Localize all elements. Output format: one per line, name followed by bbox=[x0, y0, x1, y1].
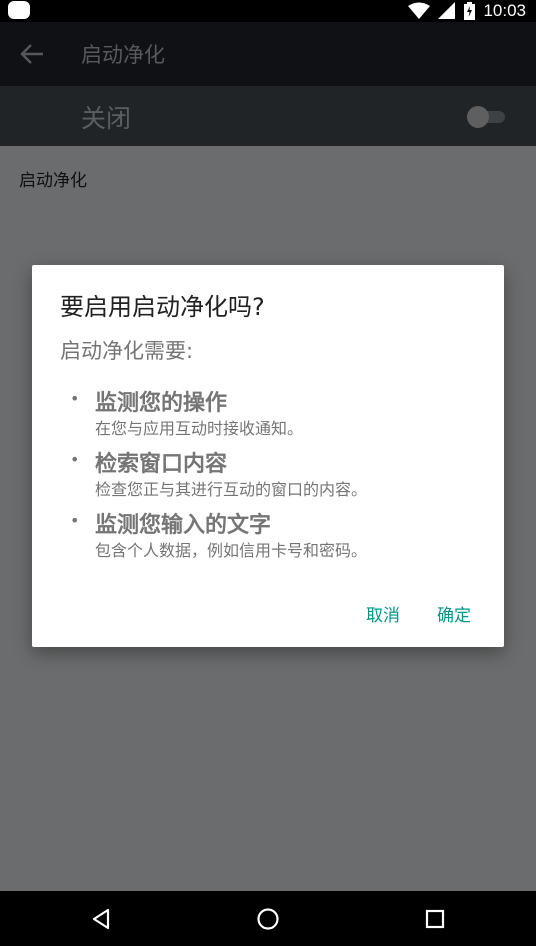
permission-title: 监测您的操作 bbox=[95, 391, 228, 416]
notification-icon bbox=[8, 1, 30, 19]
status-bar: 10:03 bbox=[0, 0, 536, 22]
dialog-subtitle: 启动净化需要: bbox=[60, 339, 194, 363]
bullet: • bbox=[70, 511, 80, 530]
switch-label: 关闭 bbox=[81, 104, 132, 133]
dialog-title: 要启用启动净化吗? bbox=[60, 293, 265, 321]
signal-icon bbox=[438, 2, 456, 19]
cancel-button[interactable]: 取消 bbox=[366, 601, 400, 626]
home-circle-icon[interactable] bbox=[256, 907, 280, 931]
bullet: • bbox=[70, 450, 80, 469]
permission-description: 包含个人数据，例如信用卡号和密码。 bbox=[95, 541, 368, 560]
arrow-back-icon[interactable] bbox=[19, 42, 45, 66]
toggle-thumb bbox=[467, 106, 489, 128]
screen: 10:03 启动净化 关闭 启动净化 要启用启动净化吗? 启动净化需要: • 监… bbox=[0, 0, 536, 946]
bullet: • bbox=[70, 389, 80, 408]
battery-charging-icon bbox=[464, 2, 476, 20]
permission-description: 在您与应用互动时接收通知。 bbox=[95, 419, 304, 438]
permission-dialog: 要启用启动净化吗? 启动净化需要: • 监测您的操作 在您与应用互动时接收通知。… bbox=[32, 265, 504, 647]
app-bar: 启动净化 bbox=[0, 22, 536, 86]
permission-description: 检查您正与其进行互动的窗口的内容。 bbox=[95, 480, 368, 499]
navigation-bar bbox=[0, 891, 536, 946]
status-icons: 10:03 bbox=[408, 0, 526, 22]
page-title: 启动净化 bbox=[81, 43, 165, 67]
enable-toggle[interactable] bbox=[467, 105, 507, 128]
wifi-icon bbox=[408, 2, 431, 19]
back-triangle-icon[interactable] bbox=[89, 907, 113, 931]
permission-title: 监测您输入的文字 bbox=[95, 513, 272, 538]
permission-title: 检索窗口内容 bbox=[95, 452, 228, 477]
recents-square-icon[interactable] bbox=[423, 907, 447, 931]
ok-button[interactable]: 确定 bbox=[437, 601, 471, 626]
service-description: 启动净化 bbox=[19, 171, 87, 191]
master-switch-bar[interactable]: 关闭 bbox=[0, 86, 536, 146]
status-time: 10:03 bbox=[483, 1, 526, 20]
